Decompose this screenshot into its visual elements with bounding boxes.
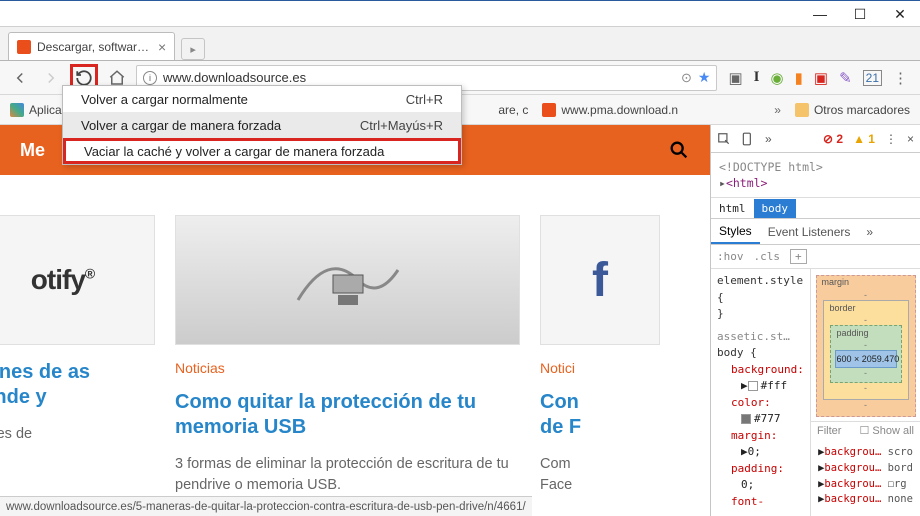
cast-icon[interactable]: ▣: [728, 69, 742, 87]
article-card[interactable]: f Notici Con de F Com Face: [540, 215, 660, 496]
add-rule-icon[interactable]: +: [790, 249, 807, 264]
computed-list[interactable]: ▶backgrou… scro ▶backgrou… bord ▶backgro…: [812, 443, 919, 510]
url-text: www.downloadsource.es: [163, 70, 675, 85]
ext-icon-1[interactable]: I: [754, 69, 760, 86]
filter-input[interactable]: Filter: [817, 425, 850, 437]
card-thumb: otify®: [0, 215, 155, 345]
breadcrumb-html[interactable]: html: [711, 199, 754, 218]
search-in-page-icon[interactable]: ⊙: [681, 70, 692, 86]
css-prop[interactable]: font-: [717, 494, 804, 511]
style-toolbar: :hov .cls +: [711, 245, 920, 269]
status-bar: www.downloadsource.es/5-maneras-de-quita…: [0, 496, 532, 516]
forward-button: [39, 66, 63, 90]
status-text: www.downloadsource.es/5-maneras-de-quita…: [6, 501, 526, 513]
css-prop[interactable]: background:: [717, 362, 804, 379]
tab-title: Descargar, software, con: [37, 40, 152, 54]
ext-icon-2[interactable]: ◉: [771, 69, 784, 87]
ext-icon-5[interactable]: ✎: [839, 69, 852, 87]
ext-icon-4[interactable]: ▣: [814, 69, 828, 87]
warning-count[interactable]: ▲ 1: [853, 132, 875, 146]
menu-item-reload-normal[interactable]: Volver a cargar normalmente Ctrl+R: [63, 86, 461, 112]
site-menu-label[interactable]: Me: [20, 140, 45, 161]
styles-tabs: Styles Event Listeners »: [711, 219, 920, 245]
doctype-node: <!DOCTYPE html>: [719, 159, 912, 175]
site-info-icon[interactable]: i: [143, 71, 157, 85]
card-desc: 3 formas de eliminar la protección de es…: [175, 454, 520, 496]
article-card[interactable]: otify® ciones de as donde y ciones de: [0, 215, 155, 496]
reload-context-menu: Volver a cargar normalmente Ctrl+R Volve…: [62, 85, 462, 165]
card-category: Noticias: [175, 360, 520, 376]
devtools-panel: » ⊘ 2 ▲ 1 ⋮ × <!DOCTYPE html> ▸<html> ht…: [710, 125, 920, 516]
card-title: Con de F: [540, 390, 660, 440]
box-content[interactable]: 600 × 2059.470: [835, 350, 897, 368]
box-margin[interactable]: margin- border- padding- 600 × 2059.470 …: [816, 275, 916, 417]
dom-tree[interactable]: <!DOCTYPE html> ▸<html>: [711, 153, 920, 197]
other-bookmarks[interactable]: Otros marcadores: [795, 103, 910, 117]
dom-breadcrumb[interactable]: html body: [711, 197, 920, 219]
box-model-panel: margin- border- padding- 600 × 2059.470 …: [810, 269, 920, 516]
tab-favicon: [17, 40, 31, 54]
menu-icon[interactable]: ⋮: [893, 69, 908, 87]
card-thumb: [175, 215, 520, 345]
card-thumb: f: [540, 215, 660, 345]
tabs-overflow-icon[interactable]: »: [858, 221, 881, 243]
card-desc: Com Face: [540, 454, 660, 496]
close-button[interactable]: ✕: [880, 1, 920, 27]
css-prop[interactable]: margin:: [717, 428, 804, 445]
devtools-menu-icon[interactable]: ⋮: [885, 132, 897, 146]
menu-item-empty-cache-reload[interactable]: Vaciar la caché y volver a cargar de man…: [63, 138, 461, 164]
search-icon[interactable]: [668, 139, 690, 161]
error-count[interactable]: ⊘ 2: [823, 132, 843, 146]
card-row: otify® ciones de as donde y ciones de No…: [0, 175, 710, 496]
hov-toggle[interactable]: :hov: [717, 250, 744, 263]
breadcrumb-body[interactable]: body: [754, 199, 797, 218]
rss-icon[interactable]: ▮: [795, 69, 803, 87]
menu-item-reload-hard[interactable]: Volver a cargar de manera forzada Ctrl+M…: [63, 112, 461, 138]
css-prop[interactable]: padding:: [717, 461, 804, 478]
card-category: Notici: [540, 360, 660, 376]
devtools-close-icon[interactable]: ×: [907, 132, 914, 146]
devtools-more-tabs-icon[interactable]: »: [765, 132, 772, 146]
inspect-icon[interactable]: [717, 132, 731, 146]
article-card[interactable]: Noticias Como quitar la protección de tu…: [175, 215, 520, 496]
back-button[interactable]: [8, 66, 32, 90]
card-title: ciones de as donde y: [0, 360, 155, 410]
tab-styles[interactable]: Styles: [711, 220, 760, 244]
card-desc: ciones de: [0, 424, 155, 445]
bookmark-item-3[interactable]: www.pma.download.n: [542, 103, 678, 117]
maximize-button[interactable]: ☐: [840, 1, 880, 27]
html-node: <html>: [726, 176, 768, 190]
page-content: Me otify® ciones de as donde y ciones de…: [0, 125, 710, 516]
showall-checkbox[interactable]: ☐ Show all: [860, 424, 915, 437]
box-border[interactable]: border- padding- 600 × 2059.470 - -: [823, 300, 909, 400]
browser-tab[interactable]: Descargar, software, con ×: [8, 32, 175, 60]
card-title: Como quitar la protección de tu memoria …: [175, 390, 520, 440]
minimize-button[interactable]: —: [800, 1, 840, 27]
new-tab-button[interactable]: ▸: [181, 38, 205, 60]
titlebar: — ☐ ✕: [0, 1, 920, 27]
extension-icons: ▣ I ◉ ▮ ▣ ✎ 21 ⋮: [724, 69, 912, 87]
box-padding[interactable]: padding- 600 × 2059.470 -: [830, 325, 902, 383]
css-rules[interactable]: element.style { } assetic.st… body { bac…: [711, 269, 810, 516]
browser-window: Juan M. — ☐ ✕ Descargar, software, con ×…: [0, 0, 920, 516]
tab-strip: Descargar, software, con × ▸: [0, 27, 920, 61]
tab-event-listeners[interactable]: Event Listeners: [760, 221, 859, 243]
device-icon[interactable]: [741, 132, 755, 146]
devtools-toolbar: » ⊘ 2 ▲ 1 ⋮ ×: [711, 125, 920, 153]
css-prop[interactable]: color:: [717, 395, 804, 412]
bookmark-star-icon[interactable]: ★: [698, 69, 711, 86]
ext-icon-6[interactable]: 21: [863, 70, 882, 86]
tab-close-icon[interactable]: ×: [158, 39, 166, 55]
bookmarks-overflow-icon[interactable]: »: [774, 103, 781, 117]
cls-toggle[interactable]: .cls: [754, 250, 781, 263]
bookmark-item-2[interactable]: are, c: [498, 103, 528, 117]
